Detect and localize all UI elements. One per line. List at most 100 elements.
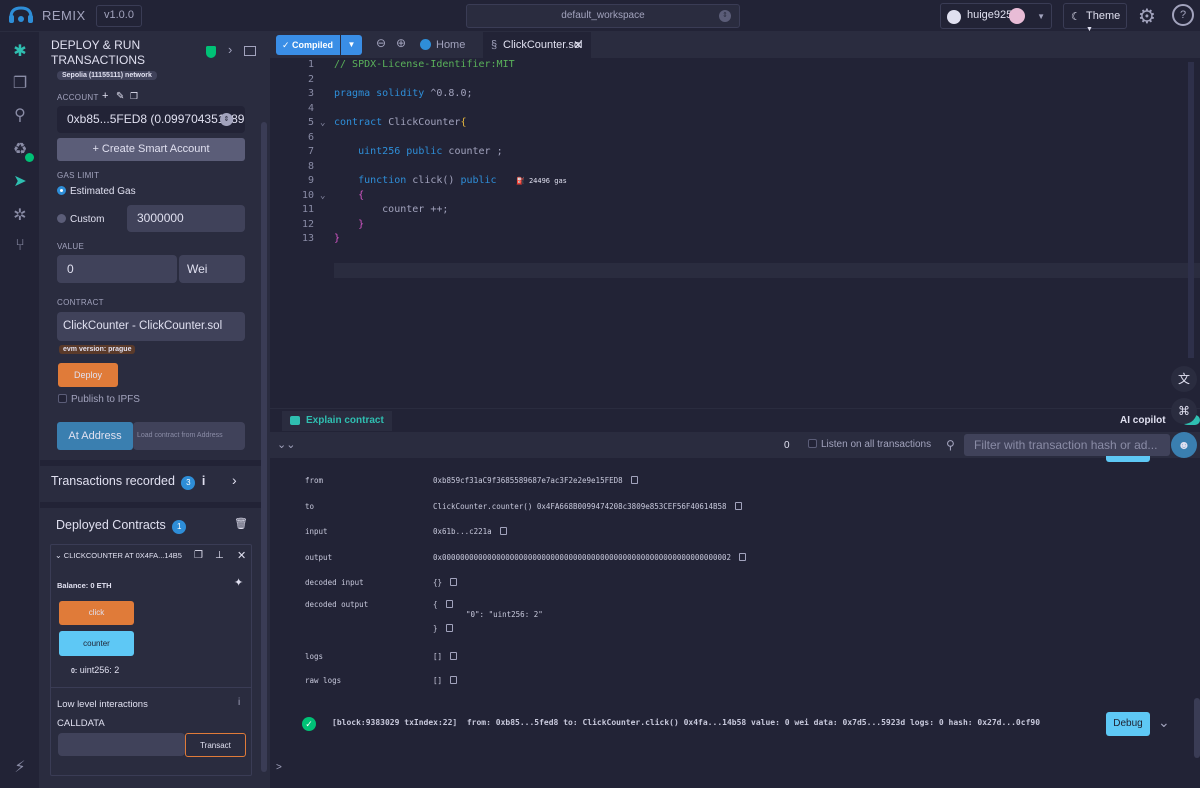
apps-icon[interactable]: ⌘ [1171,398,1197,424]
trash-icon[interactable]: 🗑 [234,517,248,530]
chevron-right-icon[interactable]: › [232,472,237,488]
fold-icon[interactable]: ⌄ [320,116,325,131]
terminal-filter-input[interactable]: Filter with transaction hash or ad... [964,434,1170,456]
counter-button[interactable]: counter [59,631,134,656]
copy-icon[interactable] [450,676,458,684]
instance-header[interactable]: ⌄ CLICKCOUNTER AT 0X4FA...14B5 [55,551,182,560]
plugin-manager-icon[interactable]: ⚡ [8,756,32,780]
value-unit-select[interactable]: Wei [179,255,245,283]
transact-button[interactable]: Transact [185,733,246,757]
explain-contract-button[interactable]: Explain contract [282,411,392,431]
workspace-name: default_workspace [561,10,645,21]
dock-panel-icon[interactable] [244,46,256,56]
compiled-button[interactable]: ✓ Compiled [276,35,340,55]
copy-icon[interactable] [445,600,453,608]
code-line[interactable]: 6 [270,131,1200,146]
click-button[interactable]: click [59,601,134,625]
copy-icon[interactable] [630,476,638,484]
tab-home[interactable]: Home [418,32,465,58]
debugger-icon[interactable]: ✲ [8,204,32,228]
panel-title: DEPLOY & RUN TRANSACTIONS [51,38,146,67]
remix-logo-icon[interactable] [8,4,34,28]
code-line[interactable]: 7 uint256 public counter ; [270,145,1200,160]
code-line[interactable]: 5 ⌄ contract ClickCounter{ [270,116,1200,131]
at-address-input[interactable]: Load contract from Address [133,422,245,450]
gas-limit-input[interactable]: 3000000 [127,205,245,232]
git-icon[interactable]: ⑂ [8,234,32,258]
zoom-in-icon[interactable]: ⊕ [396,36,406,50]
edit-icon[interactable]: ✎ [116,91,124,102]
add-account-icon[interactable]: + [102,90,108,102]
code-line[interactable]: 8 [270,160,1200,175]
pin-icon[interactable]: ⊥ [215,550,224,561]
copy-icon[interactable] [450,578,458,586]
solidity-compiler-icon[interactable]: ♻ [8,138,34,162]
close-tab-icon[interactable]: ✕ [573,32,583,58]
at-address-button[interactable]: At Address [57,422,133,450]
fold-icon[interactable]: ⌄ [320,189,325,204]
estimated-gas-option[interactable]: Estimated Gas [57,186,136,197]
tx-summary[interactable]: [block:9383029 txIndex:22] from: 0xb85..… [332,718,1040,727]
deploy-run-icon[interactable]: ➤ [8,170,32,194]
editor-scrollbar[interactable] [1186,58,1196,358]
calldata-input[interactable] [58,733,185,756]
zoom-out-icon[interactable]: ⊖ [376,36,386,50]
contract-select[interactable]: ClickCounter - ClickCounter.sol [57,312,245,341]
github-user-menu[interactable]: huige925 ▼ [940,3,1052,29]
value-input[interactable]: 0 [57,255,177,283]
transactions-recorded-row[interactable]: Transactions recorded 3 i [51,474,205,490]
terminal-prompt[interactable]: > [276,762,282,773]
code-line[interactable]: 10 ⌄ { [270,189,1200,204]
tab-clickcounter[interactable]: § ClickCounter.sol ✕ [483,32,591,58]
code-text: // SPDX-License-Identifier:MIT [334,59,515,70]
account-select[interactable]: 0xb85...5FED8 (0.0997043514896 ⇕ [57,106,245,133]
deploy-button[interactable]: Deploy [58,363,118,387]
theme-toggle[interactable]: ☾ Theme ▼ [1063,3,1127,33]
publish-ipfs-option[interactable]: Publish to IPFS [58,394,140,405]
code-line[interactable]: 13} [270,232,1200,247]
copy-icon[interactable]: ❐ [130,91,138,102]
brand-name: REMIX [42,8,86,23]
collapse-terminal-icon[interactable]: ⌄⌄ [277,438,295,451]
gear-icon[interactable]: ⚙ [1138,4,1156,29]
deployed-contracts-label: Deployed Contracts [56,518,166,532]
current-line-highlight [334,263,1200,278]
code-line[interactable]: 4 [270,102,1200,117]
copy-icon[interactable] [499,527,507,535]
listen-all-option[interactable]: Listen on all transactions [808,439,931,450]
copy-icon[interactable] [734,502,742,510]
tx-success-icon: ✓ [302,717,316,731]
chat-bot-icon[interactable]: ☻ [1171,432,1197,458]
chevron-right-icon[interactable]: › [228,42,232,57]
home-icon[interactable]: ✱ [8,40,32,64]
file-explorer-icon[interactable]: ❐ [8,72,32,96]
copy-icon[interactable] [445,624,453,632]
chevron-down-icon[interactable]: ⌄ [1158,714,1170,731]
terminal-scrollbar[interactable] [1194,698,1200,758]
scrollbar[interactable] [261,122,267,772]
copy-icon[interactable]: ❐ [194,550,203,561]
line-number: 10 [301,189,314,201]
copy-icon[interactable] [450,652,458,660]
search-icon[interactable]: ⚲ [8,104,32,128]
custom-gas-option[interactable]: Custom [57,214,104,225]
copy-icon[interactable] [739,553,747,561]
create-smart-account-button[interactable]: + Create Smart Account [57,138,245,161]
code-line[interactable]: 11 counter ++; [270,203,1200,218]
code-line[interactable]: 12 } [270,218,1200,233]
line-number: 9 [307,175,314,186]
debug-button[interactable]: Debug [1106,712,1150,736]
code-line[interactable]: 9 function click() public ⛽ 24496 gas [270,174,1200,189]
estimated-gas-label: Estimated Gas [70,186,136,197]
workspace-select[interactable]: default_workspace ⇕ [466,4,740,28]
debug-button-top[interactable] [1106,456,1150,462]
close-icon[interactable]: ✕ [237,549,246,562]
sparkle-icon[interactable]: ✦ [234,576,243,589]
code-line[interactable]: 3 pragma solidity ^0.8.0; [270,87,1200,102]
help-icon[interactable]: ? [1172,4,1194,26]
code-line[interactable]: 2 [270,73,1200,88]
code-line[interactable]: 1 // SPDX-License-Identifier:MIT [270,58,1200,73]
compile-options-dropdown[interactable]: ▼ [341,35,362,55]
account-label: ACCOUNT [57,93,99,102]
translate-icon[interactable]: 文 [1171,366,1197,392]
